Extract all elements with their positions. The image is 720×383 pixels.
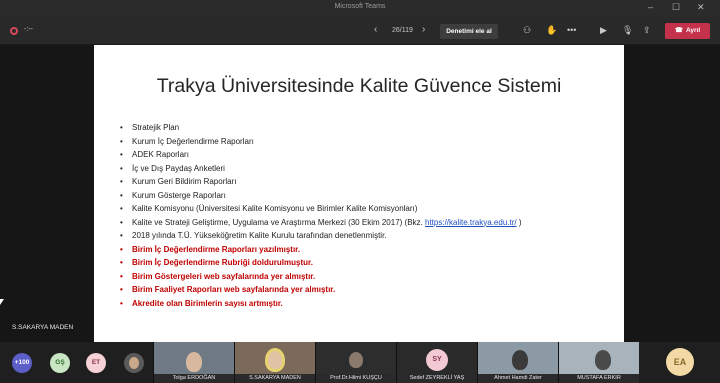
participant-photo-avatar[interactable] [124, 353, 144, 373]
slide-bullet: Stratejik Plan [120, 121, 522, 135]
slide-bullet: 2018 yılında T.Ü. Yükseköğretim Kalite K… [120, 229, 522, 243]
camera-icon[interactable]: ▶ [600, 25, 607, 36]
microphone-icon[interactable]: 🎙 [622, 25, 633, 36]
more-participants-button[interactable]: +100 [12, 353, 32, 373]
slide-red-bullet: Birim İç Değerlendirme Rubriği doldurulm… [120, 256, 522, 270]
participant-tile[interactable]: SY Sedef ZEYREKLİ YAŞ [396, 342, 477, 383]
slide-bullet: İç ve Dış Paydaş Anketleri [120, 162, 522, 176]
person-icon [349, 352, 363, 368]
participant-tile[interactable]: Ahmet Hamdi Zater [477, 342, 558, 383]
participant-tile[interactable]: S.SAKARYA MADEN [234, 342, 315, 383]
slide-red-bullet: Birim İç Değerlendirme Raporları yazılmı… [120, 243, 522, 257]
slide-bullet: ADEK Raporları [120, 148, 522, 162]
more-options-icon[interactable]: ••• [567, 25, 576, 35]
participant-name: MUSTAFA ERKIR [577, 375, 621, 381]
share-screen-icon[interactable]: ⇪ [643, 25, 651, 36]
participant-name: Ahmet Hamdi Zater [494, 375, 542, 381]
slide-red-bullet: Birim Faaliyet Raporları web sayfalarınd… [120, 283, 522, 297]
participant-gallery: +100 GŞ ET Tolga ERDOĞAN S.SAKARYA MADEN… [0, 342, 720, 383]
slide-title: Trakya Üniversitesinde Kalite Güvence Si… [156, 75, 562, 97]
slide-red-bullet: Akredite olan Birimlerin sayısı artmıştı… [120, 297, 522, 311]
minimize-icon[interactable]: – [648, 2, 653, 13]
participants-icon[interactable]: ⚇ [523, 25, 531, 36]
meeting-timer: -:-- [24, 26, 33, 33]
maximize-icon[interactable]: ☐ [672, 2, 680, 13]
meeting-toolbar: -:-- ‹ 26/119 › Denetimi ele al ⚇ ✋ ••• … [0, 17, 720, 45]
bullet-suffix: ) [516, 217, 522, 227]
participant-name: Prof.Dr.Hilmi KUŞÇU [330, 375, 382, 381]
participant-avatar: SY [426, 349, 448, 371]
bullet-text: Kalite ve Strateji Geliştirme, Uygulama … [132, 217, 423, 227]
leave-button[interactable]: ☎ Ayrıl [665, 23, 710, 39]
person-icon [129, 357, 139, 369]
participant-video [235, 342, 315, 374]
slide-bullet-list: Stratejik Plan Kurum İç Değerlendirme Ra… [120, 121, 522, 310]
kalite-link[interactable]: https://kalite.trakya.edu.tr/ [425, 218, 517, 227]
participant-avatar[interactable]: ET [86, 353, 106, 373]
participant-video [559, 342, 639, 374]
person-icon [512, 350, 528, 370]
presenter-name: S.SAKARYA MADEN [12, 324, 74, 331]
raise-hand-icon[interactable]: ✋ [546, 25, 557, 36]
leave-label: Ayrıl [685, 27, 701, 34]
previous-slide-icon[interactable]: ‹ [374, 24, 377, 35]
next-slide-icon[interactable]: › [422, 24, 425, 35]
recording-icon [10, 27, 18, 35]
take-control-button[interactable]: Denetimi ele al [440, 24, 498, 39]
participant-video [316, 342, 396, 374]
participant-name: S.SAKARYA MADEN [249, 375, 301, 381]
participant-video [154, 342, 234, 374]
slide-bullet: Kalite Komisyonu (Üniversitesi Kalite Ko… [120, 202, 522, 216]
shared-content-stage: Trakya Üniversitesinde Kalite Güvence Si… [0, 45, 720, 342]
phone-icon: ☎ [674, 27, 683, 34]
person-icon [265, 348, 285, 372]
self-avatar[interactable]: EA [666, 348, 694, 376]
slide-bullet: Kurum İç Değerlendirme Raporları [120, 135, 522, 149]
title-bar: Microsoft Teams – ☐ ✕ [0, 0, 720, 17]
presentation-slide: Trakya Üniversitesinde Kalite Güvence Si… [94, 45, 624, 342]
mouse-cursor-icon [0, 299, 4, 305]
slide-bullet: Kurum Gösterge Raporları [120, 189, 522, 203]
person-icon [595, 350, 611, 370]
participant-tile[interactable]: MUSTAFA ERKIR [558, 342, 639, 383]
participant-name: Sedef ZEYREKLİ YAŞ [409, 375, 465, 381]
participant-tile[interactable]: Tolga ERDOĞAN [153, 342, 234, 383]
slide-red-bullet: Birim Göstergeleri web sayfalarında yer … [120, 270, 522, 284]
participant-tile[interactable]: Prof.Dr.Hilmi KUŞÇU [315, 342, 396, 383]
participant-avatar[interactable]: GŞ [50, 353, 70, 373]
close-icon[interactable]: ✕ [697, 2, 705, 13]
slide-bullet: Kurum Geri Bildirim Raporları [120, 175, 522, 189]
participant-name: Tolga ERDOĞAN [172, 375, 216, 381]
participant-video [478, 342, 558, 374]
page-indicator: 26/119 [392, 27, 413, 34]
person-icon [186, 352, 202, 372]
window-title: Microsoft Teams [334, 3, 386, 10]
slide-bullet-with-link: Kalite ve Strateji Geliştirme, Uygulama … [120, 216, 522, 230]
